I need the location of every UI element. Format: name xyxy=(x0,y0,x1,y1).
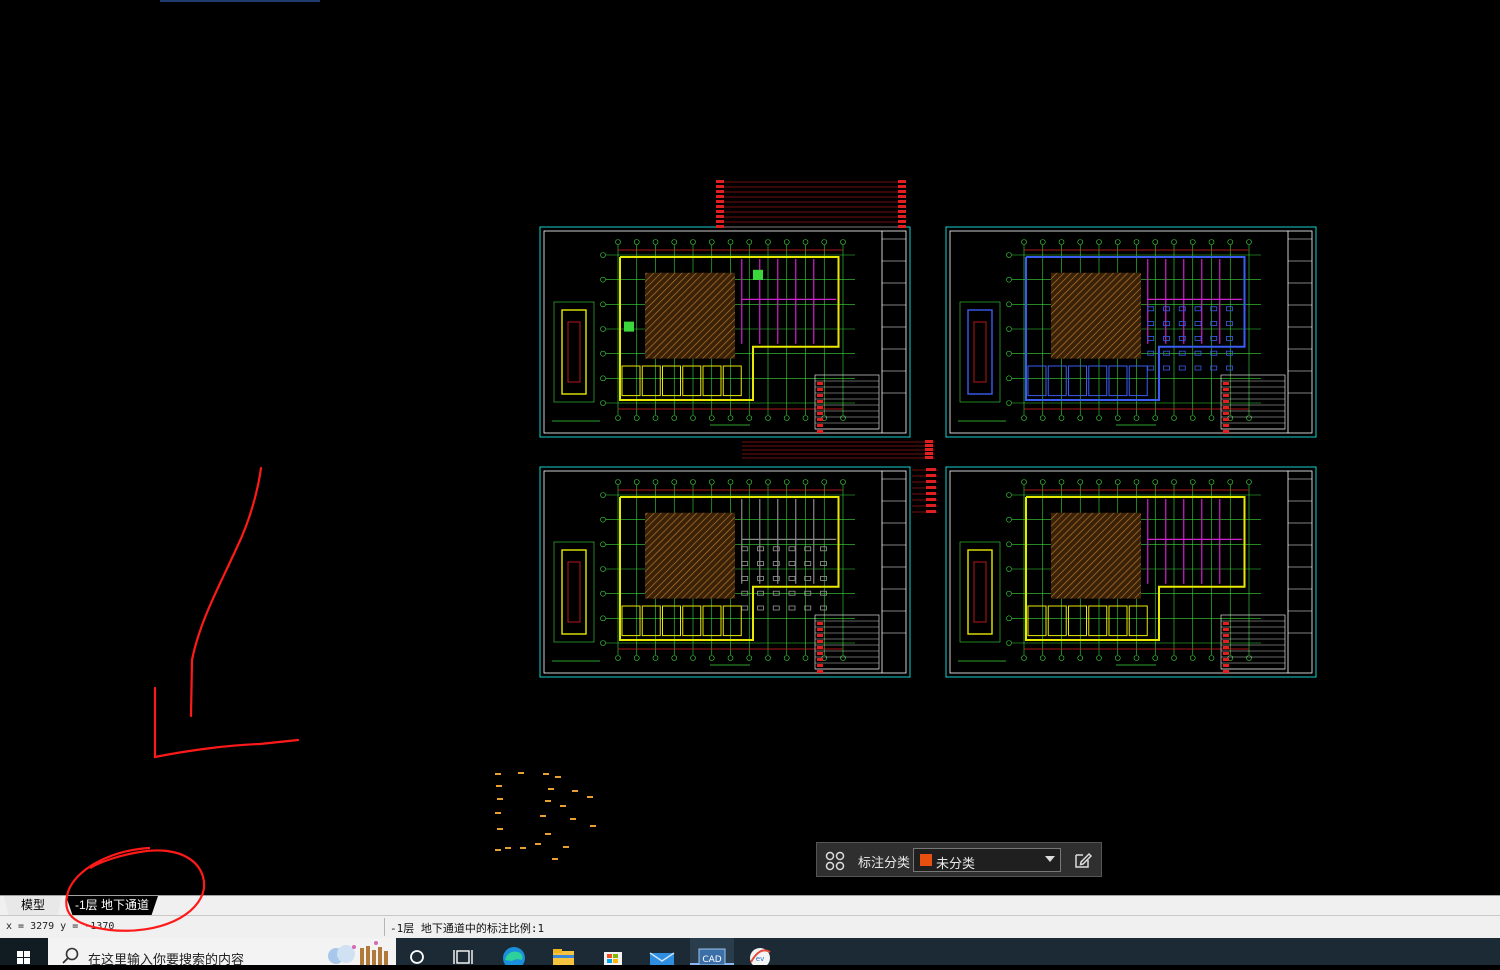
annotation-category-toolbar: 标注分类 未分类 xyxy=(816,842,1102,877)
scattered-annotation-marks xyxy=(495,772,596,860)
start-button[interactable] xyxy=(0,938,48,965)
drawing-area[interactable] xyxy=(0,0,1500,895)
annotation-scale-text: -1层 地下通道中的标注比例:1 xyxy=(390,922,545,935)
edge-icon xyxy=(503,947,525,969)
search-placeholder: 在这里输入你要搜索的内容 xyxy=(88,952,245,967)
edge-browser-button[interactable] xyxy=(492,938,536,969)
search-icon xyxy=(62,947,79,964)
annotation-category-dropdown[interactable]: 未分类 xyxy=(913,848,1061,872)
category-grid-icon[interactable] xyxy=(825,851,845,871)
category-color-swatch xyxy=(920,854,932,866)
taskbar-search-box[interactable]: 在这里输入你要搜索的内容 xyxy=(48,938,396,967)
file-explorer-button[interactable] xyxy=(541,938,585,965)
cortana-button[interactable] xyxy=(396,938,440,965)
cursor-coordinates: x = 3279 y = -1370 xyxy=(6,921,115,932)
cad-app-label: CAD xyxy=(702,955,721,965)
status-divider xyxy=(384,918,385,936)
layout-tab-bar: 模型 -1层 地下通道 xyxy=(0,895,1500,916)
ev-recorder-button[interactable]: ev xyxy=(740,938,784,968)
sheet-bottom-right[interactable] xyxy=(945,466,1317,678)
task-view-icon xyxy=(453,950,473,964)
annotation-category-label: 标注分类 xyxy=(858,855,911,870)
cortana-icon xyxy=(410,950,424,964)
markup-arrow-head xyxy=(153,686,300,759)
sheet-top-right[interactable] xyxy=(945,226,1317,438)
tab-layout-underground-passage[interactable]: -1层 地下通道 xyxy=(66,896,158,915)
tab-model[interactable]: 模型 xyxy=(4,896,62,916)
store-button[interactable] xyxy=(591,938,635,965)
svg-text:ev: ev xyxy=(756,955,764,963)
markup-arrow-stroke xyxy=(189,466,263,718)
windows-start-icon xyxy=(17,951,30,964)
cad-app-button[interactable]: CAD xyxy=(690,938,734,966)
mail-button[interactable] xyxy=(640,938,684,965)
windows-taskbar: 在这里输入你要搜索的内容 CAD ev xyxy=(0,938,1500,969)
sheet-bottom-left[interactable] xyxy=(539,466,911,678)
status-bar: x = 3279 y = -1370 -1层 地下通道中的标注比例:1 xyxy=(0,915,1500,939)
annotation-category-value: 未分类 xyxy=(936,856,976,871)
drawing-canvas[interactable] xyxy=(0,0,1500,895)
chevron-down-icon xyxy=(1045,856,1055,862)
mail-icon xyxy=(649,952,675,965)
ev-recorder-icon: ev xyxy=(750,948,771,968)
store-icon xyxy=(604,952,622,965)
task-view-button[interactable] xyxy=(442,938,486,965)
cad-app-icon: CAD xyxy=(698,948,726,966)
edit-icon[interactable] xyxy=(1073,850,1093,870)
sheet-top-left[interactable] xyxy=(539,226,911,438)
file-explorer-icon xyxy=(553,949,574,965)
search-highlight-image xyxy=(328,941,388,965)
